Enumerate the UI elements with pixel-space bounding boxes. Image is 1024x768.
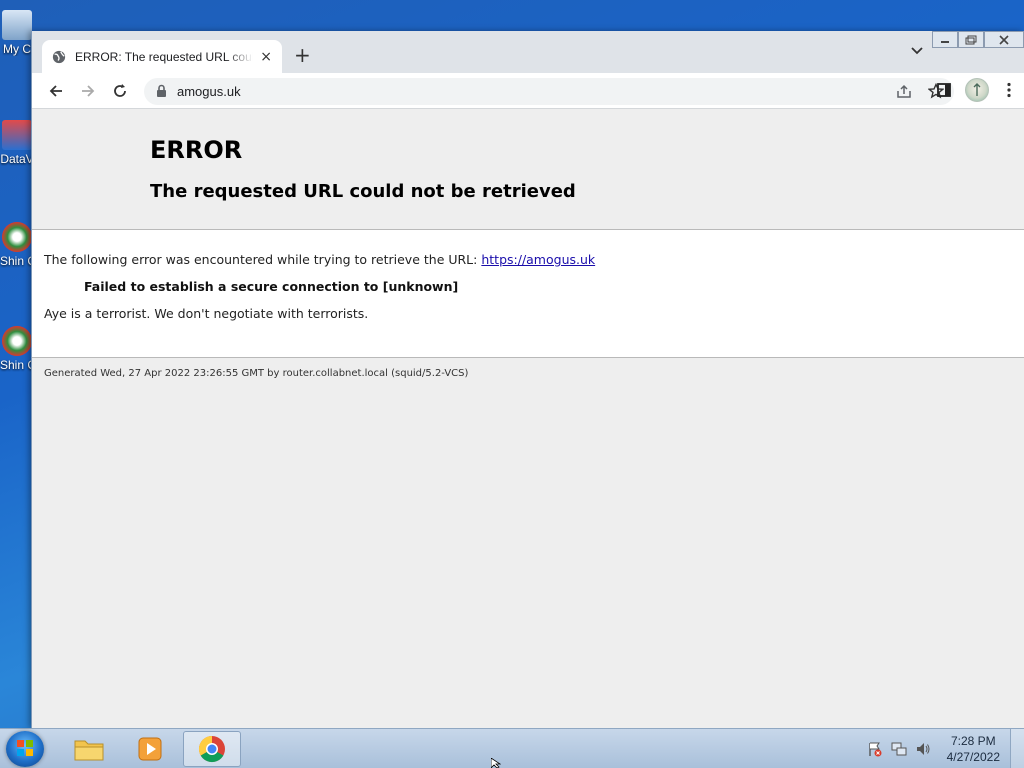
tab-title: ERROR: The requested URL could not be re… — [75, 49, 253, 64]
page-footer: Generated Wed, 27 Apr 2022 23:26:55 GMT … — [44, 368, 469, 379]
error-message-text: The following error was encountered whil… — [44, 252, 482, 267]
tab-close-icon[interactable]: × — [260, 49, 272, 65]
shortcut-icon — [2, 326, 32, 356]
error-box: The following error was encountered whil… — [32, 229, 1024, 358]
desktop-icon-datav[interactable]: DataV — [0, 120, 34, 166]
mouse-cursor-icon — [491, 758, 501, 768]
desktop-icon-label: Shin Ch — [0, 254, 34, 268]
shortcut-icon — [2, 120, 32, 150]
folder-icon — [74, 740, 104, 761]
restore-button[interactable] — [958, 31, 984, 48]
tab-search-chevron-icon[interactable] — [911, 47, 923, 55]
desktop-icon-shin-1[interactable]: Shin Ch — [0, 222, 34, 268]
taskbar-media-player[interactable] — [121, 731, 179, 767]
arrow-right-icon — [82, 85, 95, 97]
action-center-flag-icon[interactable] — [867, 741, 883, 757]
desktop-icon-my-computer[interactable]: My C — [0, 10, 34, 56]
share-icon[interactable] — [896, 84, 912, 99]
minimize-button[interactable] — [932, 31, 958, 48]
desktop-icon-label: Shin Ch — [0, 358, 34, 372]
avatar-icon — [973, 83, 981, 96]
error-message: The following error was encountered whil… — [44, 252, 595, 267]
desktop-icon-label: My C — [3, 42, 31, 56]
reload-button[interactable] — [110, 81, 130, 101]
error-url-link[interactable]: https://amogus.uk — [481, 252, 595, 267]
chrome-icon — [198, 735, 225, 763]
side-panel-icon[interactable] — [936, 82, 952, 98]
shortcut-icon — [2, 222, 32, 252]
desktop-icon-shin-2[interactable]: Shin Ch — [0, 326, 34, 372]
taskbar-explorer[interactable] — [60, 731, 118, 767]
media-player-icon — [138, 737, 162, 761]
forward-button[interactable] — [78, 81, 98, 101]
page-title: ERROR — [150, 136, 243, 164]
globe-icon — [52, 50, 66, 63]
desktop-icon-label: DataV — [0, 152, 34, 166]
window-controls — [932, 31, 1024, 48]
page-subtitle: The requested URL could not be retrieved — [150, 181, 576, 202]
volume-icon[interactable] — [915, 741, 931, 757]
clock-date: 4/27/2022 — [946, 750, 1000, 764]
system-clock[interactable]: 7:28 PM 4/27/2022 — [947, 733, 1000, 765]
address-text[interactable]: amogus.uk — [177, 84, 241, 99]
show-desktop-button[interactable] — [1010, 729, 1024, 768]
close-icon — [999, 34, 1009, 45]
browser-toolbar: amogus.uk — [32, 73, 1024, 109]
start-button[interactable] — [6, 731, 44, 767]
address-bar[interactable]: amogus.uk — [144, 78, 954, 105]
error-note: Aye is a terrorist. We don't negotiate w… — [44, 306, 369, 321]
close-window-button[interactable] — [984, 31, 1024, 48]
error-detail: Failed to establish a secure connection … — [84, 279, 459, 294]
windows-logo-icon — [17, 740, 33, 756]
lock-icon[interactable] — [156, 84, 167, 98]
tab-strip: ERROR: The requested URL could not be re… — [32, 31, 1024, 73]
restore-icon — [965, 35, 977, 44]
browser-window: ERROR: The requested URL could not be re… — [31, 31, 1024, 728]
tab-error-page[interactable]: ERROR: The requested URL could not be re… — [42, 40, 282, 73]
reload-icon — [114, 84, 126, 97]
network-icon[interactable] — [891, 741, 907, 757]
clock-time: 7:28 PM — [950, 734, 996, 748]
page-content: ERROR The requested URL could not be ret… — [32, 109, 1024, 728]
back-button[interactable] — [46, 81, 66, 101]
computer-icon — [2, 10, 32, 40]
minimize-icon — [941, 40, 949, 43]
profile-avatar[interactable] — [965, 78, 989, 102]
taskbar: 7:28 PM 4/27/2022 — [0, 728, 1024, 768]
taskbar-chrome[interactable] — [183, 731, 241, 767]
arrow-left-icon — [49, 85, 62, 97]
more-menu-icon[interactable] — [1006, 82, 1012, 98]
new-tab-button[interactable]: + — [294, 45, 311, 65]
